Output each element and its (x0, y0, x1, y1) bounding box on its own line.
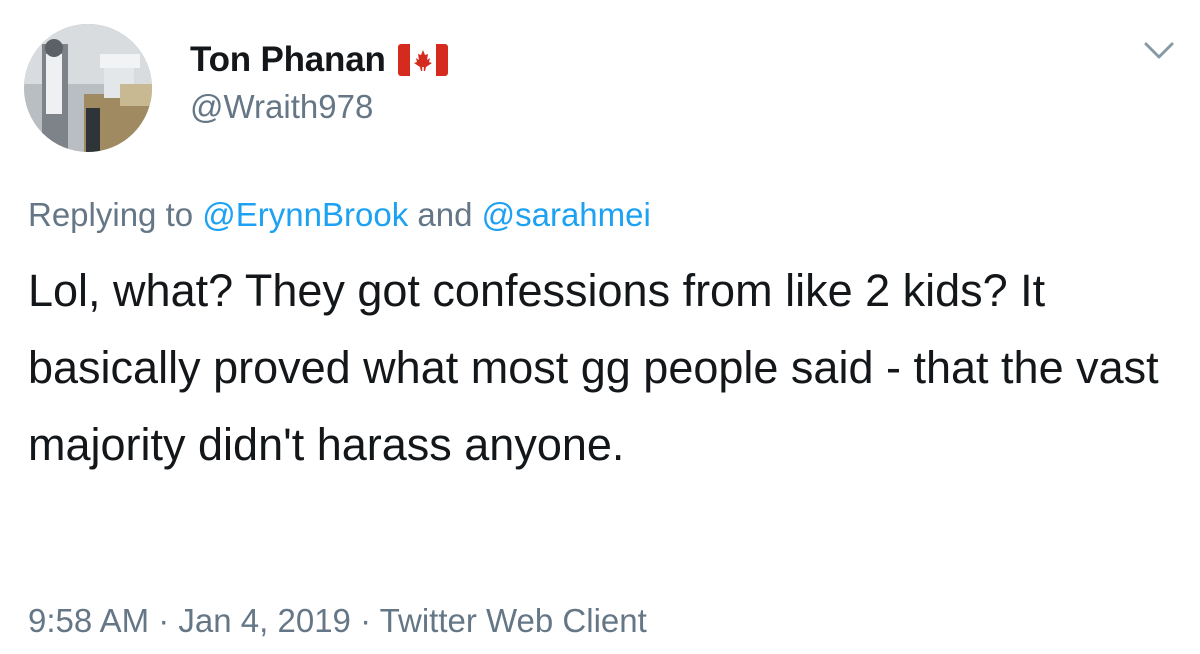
author-name-row: Ton Phanan (190, 38, 448, 82)
canada-flag-icon (397, 44, 448, 76)
replying-to-line: Replying to @ErynnBrook and @sarahmei (28, 196, 651, 234)
mention-link-sarahmei[interactable]: @sarahmei (482, 196, 651, 233)
replying-to-label: Replying to (28, 196, 194, 233)
chevron-down-icon[interactable] (1142, 38, 1176, 64)
tweet-meta: 9:58 AM · Jan 4, 2019 · Twitter Web Clie… (28, 602, 647, 640)
tweet-client[interactable]: Twitter Web Client (380, 602, 647, 639)
meta-separator: · (158, 602, 170, 639)
tweet-text: Lol, what? They got confessions from lik… (28, 265, 1159, 470)
tweet-date[interactable]: Jan 4, 2019 (178, 602, 350, 639)
author-handle[interactable]: @Wraith978 (190, 88, 373, 126)
mention-link-erynnbrook[interactable]: @ErynnBrook (202, 196, 408, 233)
tweet-time[interactable]: 9:58 AM (28, 602, 149, 639)
avatar[interactable] (24, 24, 152, 152)
author-display-name[interactable]: Ton Phanan (190, 40, 386, 80)
meta-separator: · (360, 602, 372, 639)
tweet-card: Ton Phanan @Wraith978 Replying to @Erynn… (0, 0, 1200, 654)
replying-to-joiner: and (417, 196, 473, 233)
avatar-image (24, 24, 152, 152)
